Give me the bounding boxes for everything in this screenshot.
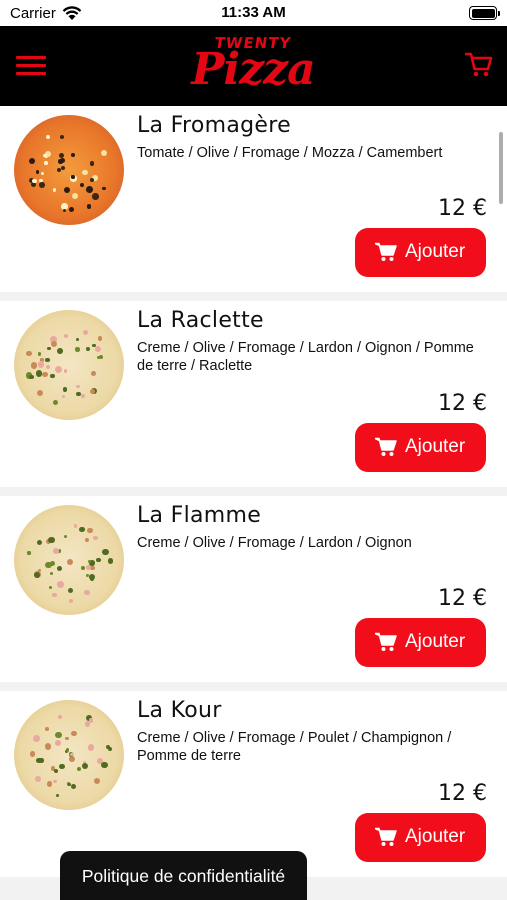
product-description: Creme / Olive / Fromage / Poulet / Champ…	[137, 730, 452, 764]
pizza-image	[14, 700, 124, 810]
hamburger-menu-icon[interactable]	[16, 56, 46, 78]
logo-main-text: Pizza	[191, 44, 315, 95]
product-description: Tomate / Olive / Fromage / Mozza / Camem…	[137, 145, 443, 161]
shopping-cart-icon[interactable]	[465, 52, 493, 78]
pizza-image	[14, 115, 124, 225]
brand-logo: TWENTY Pizza	[178, 34, 328, 98]
add-to-cart-button[interactable]: Ajouter	[355, 813, 486, 862]
cart-icon	[375, 437, 397, 456]
pizza-image	[14, 310, 124, 420]
add-to-cart-label: Ajouter	[405, 826, 466, 847]
logo-top-text: TWENTY	[213, 34, 293, 52]
app-header: TWENTY Pizza	[0, 26, 507, 106]
product-name: La Raclette	[137, 308, 264, 333]
privacy-policy-button[interactable]: Politique de confidentialité	[60, 851, 307, 900]
clock: 11:33 AM	[221, 4, 286, 21]
cart-icon	[375, 632, 397, 651]
add-to-cart-label: Ajouter	[405, 241, 466, 262]
cart-icon	[375, 827, 397, 846]
product-price: 12 €	[438, 196, 487, 221]
cart-icon	[375, 242, 397, 261]
add-to-cart-button[interactable]: Ajouter	[355, 423, 486, 472]
battery-icon	[469, 6, 500, 20]
privacy-policy-label: Politique de confidentialité	[81, 866, 286, 886]
product-description: Creme / Olive / Fromage / Lardon / Oigno…	[137, 535, 412, 551]
product-card: La Kour Creme / Olive / Fromage / Poulet…	[0, 691, 507, 877]
add-to-cart-button[interactable]: Ajouter	[355, 618, 486, 667]
scrollbar[interactable]	[499, 132, 503, 204]
status-bar: Carrier 11:33 AM	[0, 0, 507, 26]
pizza-image	[14, 505, 124, 615]
product-card: La Raclette Creme / Olive / Fromage / La…	[0, 301, 507, 487]
product-list[interactable]: La Fromagère Tomate / Olive / Fromage / …	[0, 106, 507, 900]
add-to-cart-button[interactable]: Ajouter	[355, 228, 486, 277]
add-to-cart-label: Ajouter	[405, 436, 466, 457]
product-name: La Flamme	[137, 503, 262, 528]
add-to-cart-label: Ajouter	[405, 631, 466, 652]
product-price: 12 €	[438, 391, 487, 416]
product-price: 12 €	[438, 781, 487, 806]
product-name: La Fromagère	[137, 113, 291, 138]
product-price: 12 €	[438, 586, 487, 611]
product-description: Creme / Olive / Fromage / Lardon / Oigno…	[137, 340, 474, 374]
product-name: La Kour	[137, 698, 222, 723]
product-card: La Fromagère Tomate / Olive / Fromage / …	[0, 106, 507, 292]
product-card: La Flamme Creme / Olive / Fromage / Lard…	[0, 496, 507, 682]
